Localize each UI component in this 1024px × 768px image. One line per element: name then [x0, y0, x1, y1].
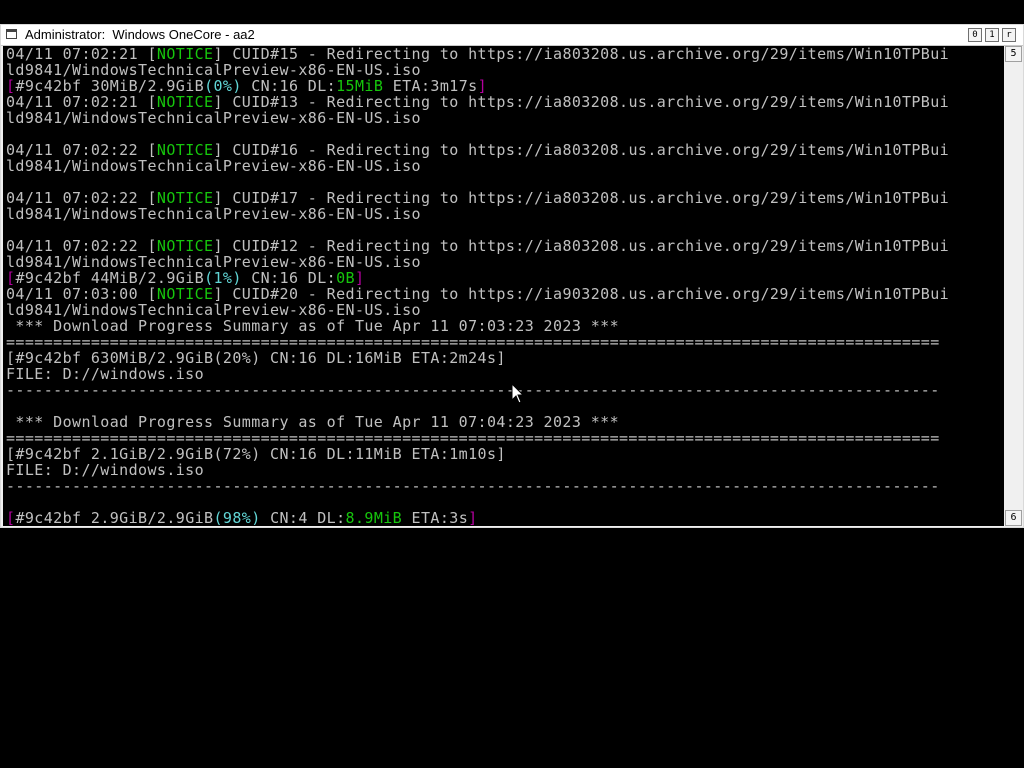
console-line: ld9841/WindowsTechnicalPreview-x86-EN-US…: [6, 110, 1004, 126]
console-line: *** Download Progress Summary as of Tue …: [6, 414, 1004, 430]
console-segment: 04/11 07:02:22 [: [6, 142, 157, 158]
scroll-down-button[interactable]: 6: [1005, 510, 1022, 526]
window-title: Administrator: Windows OneCore - aa2: [25, 27, 255, 42]
vertical-scrollbar[interactable]: 5 6: [1005, 46, 1022, 526]
console-segment: (98%): [213, 510, 261, 526]
console-line: [#9c42bf 630MiB/2.9GiB(20%) CN:16 DL:16M…: [6, 350, 1004, 366]
console-line: 04/11 07:02:21 [NOTICE] CUID#15 - Redire…: [6, 46, 1004, 62]
console-segment: #9c42bf 2.9GiB/2.9GiB: [15, 510, 214, 526]
console-segment: 04/11 07:02:22 [: [6, 238, 157, 254]
console-segment: ========================================…: [6, 430, 940, 446]
console-segment: FILE: D://windows.iso: [6, 462, 205, 478]
console-segment: ========================================…: [6, 334, 940, 350]
console-segment: ]: [354, 270, 365, 286]
console-segment: #9c42bf 30MiB/2.9GiB: [15, 78, 205, 94]
console-line: 04/11 07:02:22 [NOTICE] CUID#16 - Redire…: [6, 142, 1004, 158]
console-line: FILE: D://windows.iso: [6, 462, 1004, 478]
console-segment: ]: [477, 78, 488, 94]
console-line: ld9841/WindowsTechnicalPreview-x86-EN-US…: [6, 254, 1004, 270]
console-segment: 04/11 07:02:22 [: [6, 190, 157, 206]
console-line: ========================================…: [6, 430, 1004, 446]
console-segment: ETA:3s: [402, 510, 469, 526]
scroll-up-button[interactable]: 5: [1005, 46, 1022, 62]
title-bar[interactable]: Administrator: Windows OneCore - aa2 0 1…: [1, 25, 1023, 46]
console-line: ----------------------------------------…: [6, 478, 1004, 494]
console-segment: 04/11 07:02:21 [: [6, 94, 157, 110]
console-line: ld9841/WindowsTechnicalPreview-x86-EN-US…: [6, 302, 1004, 318]
console-segment: ----------------------------------------…: [6, 382, 940, 398]
console-line: ld9841/WindowsTechnicalPreview-x86-EN-US…: [6, 62, 1004, 78]
console-segment: 15MiB: [336, 78, 384, 94]
console-segment: ----------------------------------------…: [6, 478, 940, 494]
console-segment: ld9841/WindowsTechnicalPreview-x86-EN-US…: [6, 62, 421, 78]
console-line: ========================================…: [6, 334, 1004, 350]
console-segment: ld9841/WindowsTechnicalPreview-x86-EN-US…: [6, 158, 421, 174]
console-segment: *** Download Progress Summary as of Tue …: [6, 318, 619, 334]
console-line: [#9c42bf 30MiB/2.9GiB(0%) CN:16 DL:15MiB…: [6, 78, 1004, 94]
console-line: [#9c42bf 44MiB/2.9GiB(1%) CN:16 DL:0B]: [6, 270, 1004, 286]
console-line: FILE: D://windows.iso: [6, 366, 1004, 382]
mouse-pointer-icon: [511, 383, 525, 404]
console-segment: [#9c42bf 2.1GiB/2.9GiB(72%) CN:16 DL:11M…: [6, 446, 506, 462]
console-segment: ] CUID#15 - Redirecting to https://ia803…: [213, 46, 950, 62]
console-segment: ]: [468, 510, 478, 526]
console-segment: NOTICE: [156, 238, 214, 254]
console-output[interactable]: 04/11 07:02:21 [NOTICE] CUID#15 - Redire…: [3, 46, 1004, 526]
console-segment: NOTICE: [156, 142, 214, 158]
console-segment: ] CUID#17 - Redirecting to https://ia803…: [213, 190, 950, 206]
console-segment: NOTICE: [156, 46, 214, 62]
console-segment: ETA:3m17s: [383, 78, 478, 94]
console-line: ----------------------------------------…: [6, 382, 1004, 398]
console-segment: 0B: [336, 270, 355, 286]
close-button[interactable]: r: [1002, 28, 1016, 42]
console-segment: NOTICE: [156, 94, 214, 110]
console-line: *** Download Progress Summary as of Tue …: [6, 318, 1004, 334]
console-app-icon[interactable]: [6, 29, 17, 39]
console-segment: 04/11 07:03:00 [: [6, 286, 157, 302]
console-segment: CN:4 DL:: [260, 510, 346, 526]
console-segment: *** Download Progress Summary as of Tue …: [6, 414, 619, 430]
console-segment: [#9c42bf 630MiB/2.9GiB(20%) CN:16 DL:16M…: [6, 350, 506, 366]
console-segment: (0%): [204, 78, 242, 94]
console-segment: CN:16 DL:: [241, 270, 337, 286]
console-segment: ] CUID#13 - Redirecting to https://ia803…: [213, 94, 950, 110]
console-segment: FILE: D://windows.iso: [6, 366, 205, 382]
console-line: 04/11 07:02:21 [NOTICE] CUID#13 - Redire…: [6, 94, 1004, 110]
console-segment: #9c42bf 44MiB/2.9GiB: [15, 270, 205, 286]
console-line: 04/11 07:02:22 [NOTICE] CUID#12 - Redire…: [6, 238, 1004, 254]
console-segment: CN:16 DL:: [241, 78, 337, 94]
console-window[interactable]: Administrator: Windows OneCore - aa2 0 1…: [0, 24, 1024, 528]
console-line: ld9841/WindowsTechnicalPreview-x86-EN-US…: [6, 206, 1004, 222]
console-segment: 8.9MiB: [345, 510, 403, 526]
console-line: ld9841/WindowsTechnicalPreview-x86-EN-US…: [6, 158, 1004, 174]
console-segment: ] CUID#16 - Redirecting to https://ia803…: [213, 142, 950, 158]
minimize-button[interactable]: 0: [968, 28, 982, 42]
console-line: [#9c42bf 2.9GiB/2.9GiB(98%) CN:4 DL:8.9M…: [6, 510, 1004, 526]
maximize-button[interactable]: 1: [985, 28, 999, 42]
console-segment: ld9841/WindowsTechnicalPreview-x86-EN-US…: [6, 302, 421, 318]
console-segment: (1%): [204, 270, 242, 286]
console-segment: ] CUID#12 - Redirecting to https://ia803…: [213, 238, 950, 254]
console-line: [#9c42bf 2.1GiB/2.9GiB(72%) CN:16 DL:11M…: [6, 446, 1004, 462]
console-segment: ld9841/WindowsTechnicalPreview-x86-EN-US…: [6, 254, 421, 270]
console-line: 04/11 07:03:00 [NOTICE] CUID#20 - Redire…: [6, 286, 1004, 302]
console-segment: NOTICE: [156, 286, 214, 302]
console-segment: NOTICE: [156, 190, 214, 206]
console-segment: ld9841/WindowsTechnicalPreview-x86-EN-US…: [6, 110, 421, 126]
console-segment: 04/11 07:02:21 [: [6, 46, 157, 62]
console-text: 04/11 07:02:21 [NOTICE] CUID#15 - Redire…: [3, 46, 1004, 526]
console-line: 04/11 07:02:22 [NOTICE] CUID#17 - Redire…: [6, 190, 1004, 206]
console-segment: ld9841/WindowsTechnicalPreview-x86-EN-US…: [6, 206, 421, 222]
console-segment: ] CUID#20 - Redirecting to https://ia903…: [213, 286, 950, 302]
